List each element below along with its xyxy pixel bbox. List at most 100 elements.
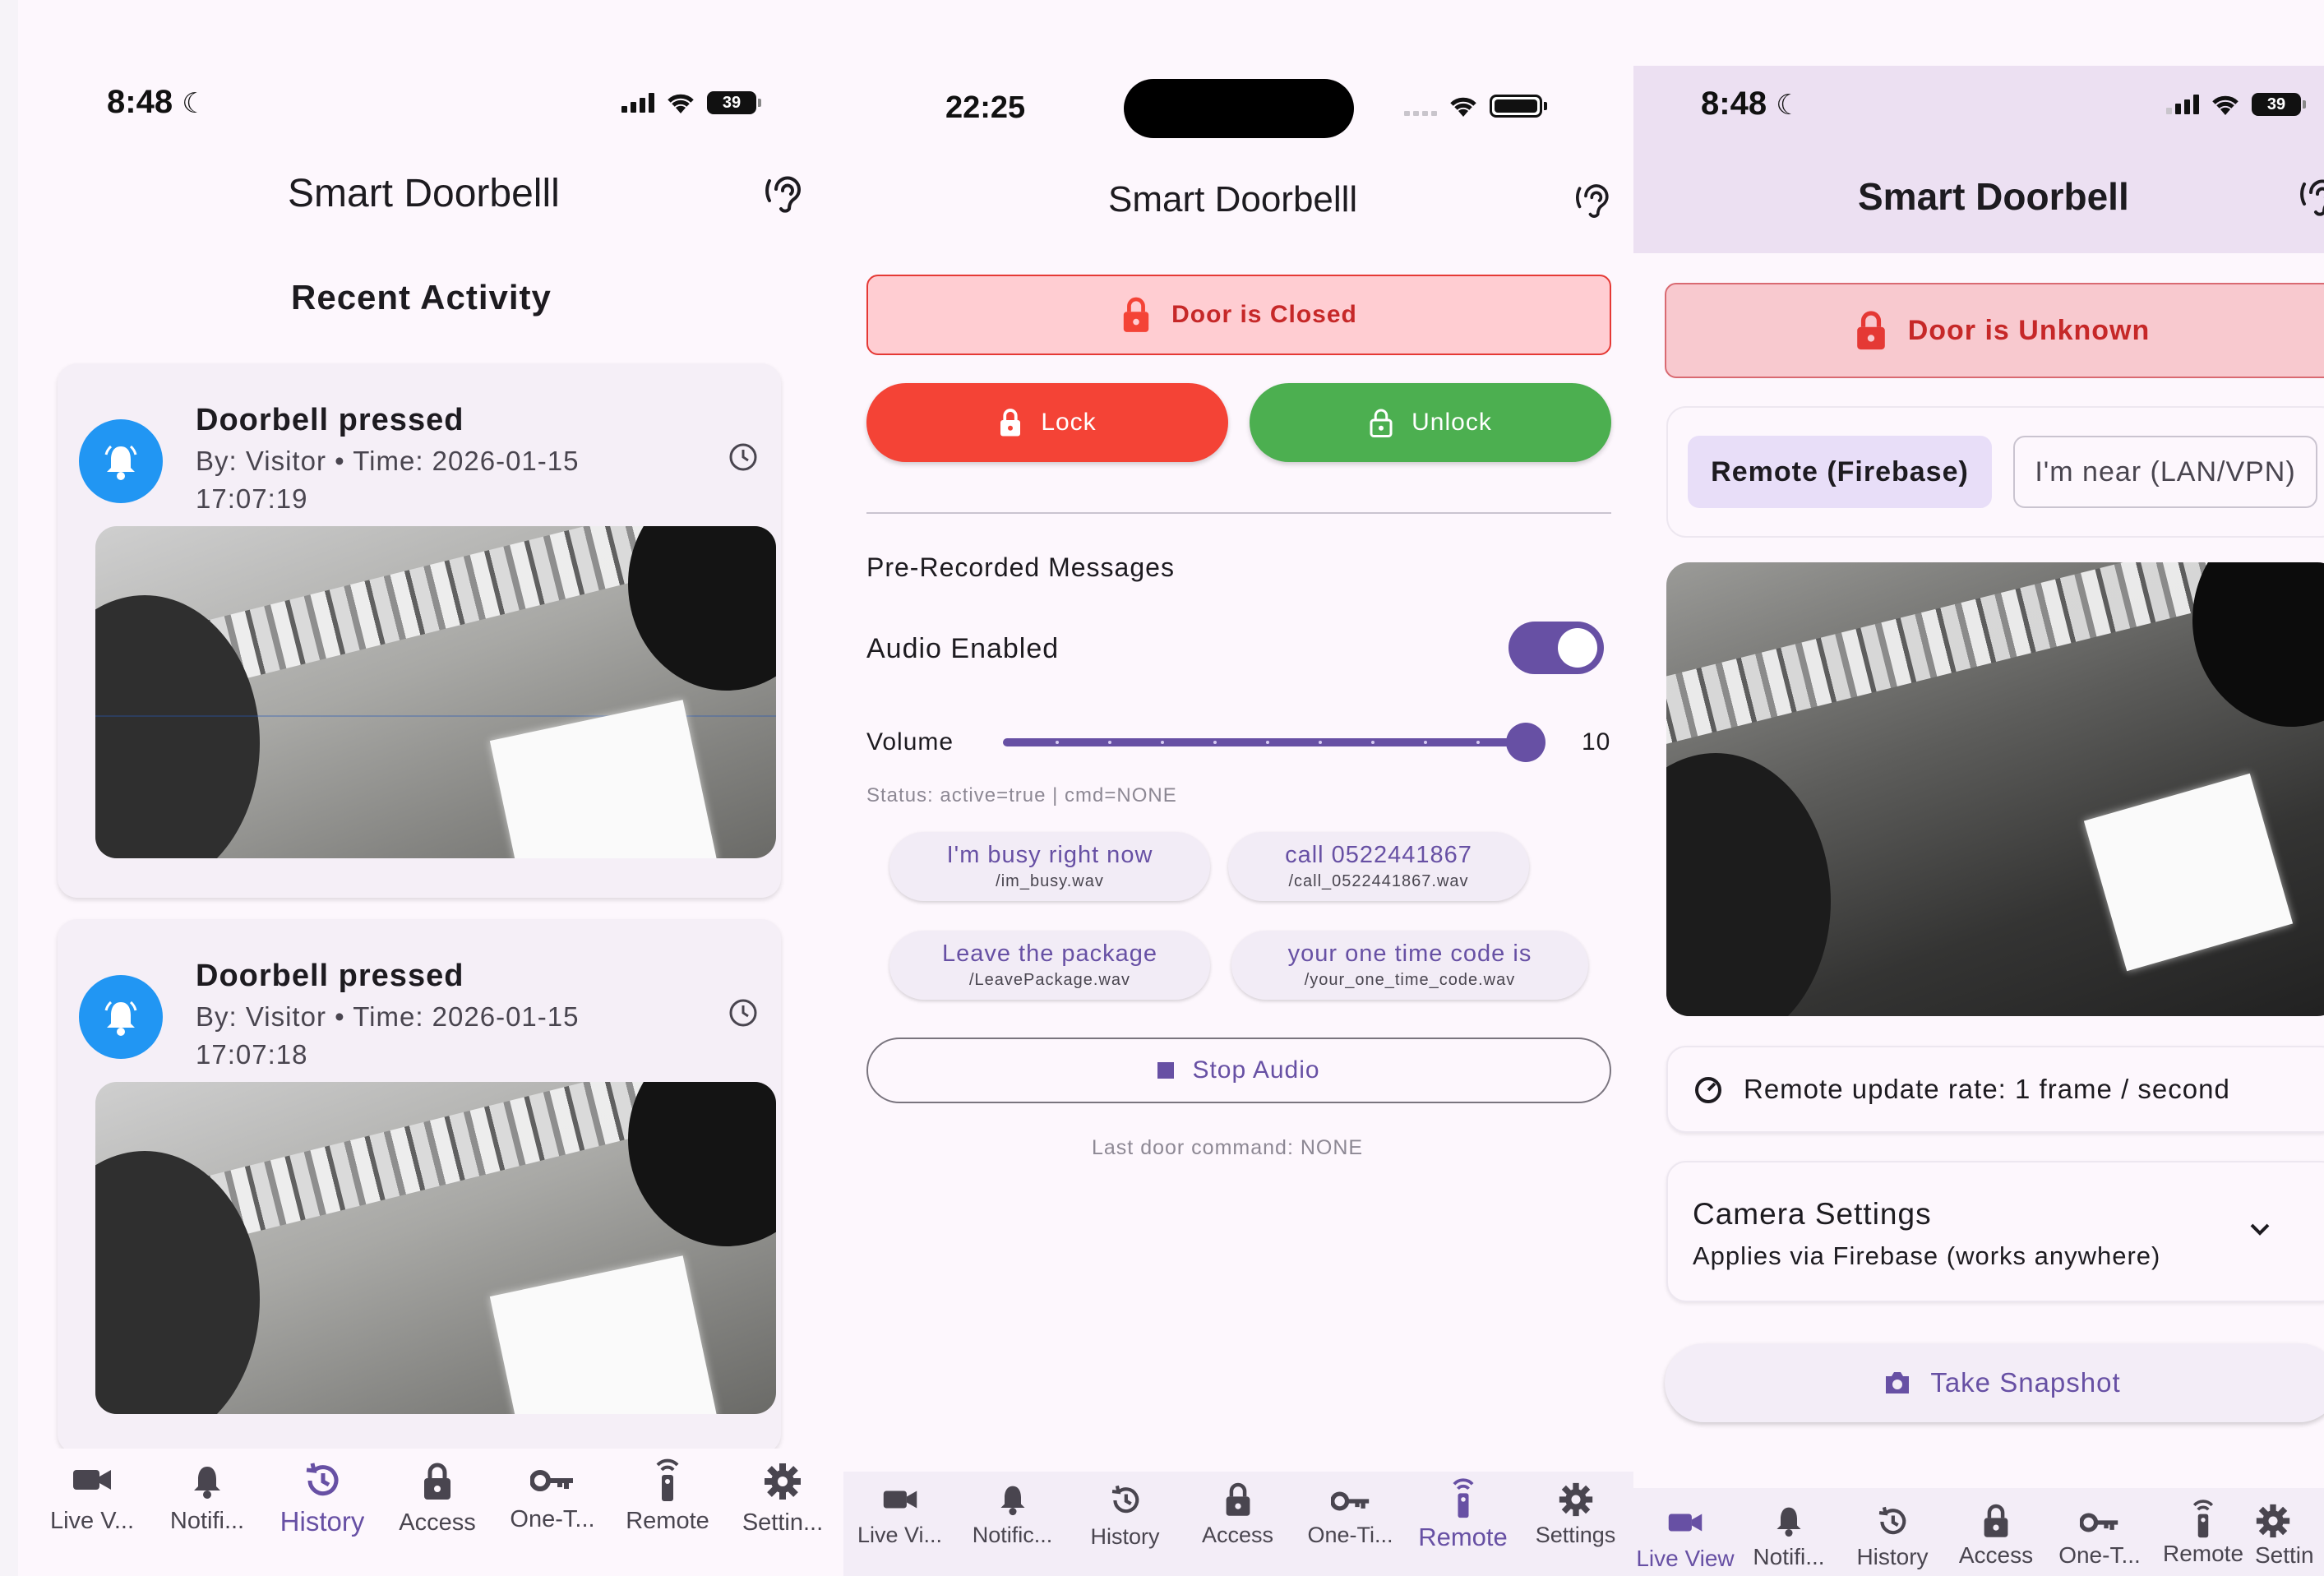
event-subtitle: By: Visitor • Time: 2026-01-15 17:07:19 xyxy=(196,446,580,514)
nav-remote[interactable]: Remote xyxy=(2151,1488,2255,1576)
hearing-icon[interactable] xyxy=(2299,176,2324,219)
live-camera-feed[interactable] xyxy=(1666,562,2324,1016)
key-icon xyxy=(530,1470,573,1491)
bell-icon xyxy=(79,419,163,503)
app-title: Smart Doorbell xyxy=(1858,175,2129,218)
wifi-icon xyxy=(668,94,694,113)
message-chip[interactable]: your one time code is /your_one_time_cod… xyxy=(1231,931,1588,1000)
nav-one-time[interactable]: One-T... xyxy=(495,1449,610,1576)
section-title: Recent Activity xyxy=(291,278,552,317)
remote-icon xyxy=(2192,1500,2214,1538)
nav-access[interactable]: Access xyxy=(1181,1472,1294,1576)
event-title: Doorbell pressed xyxy=(196,959,464,993)
hearing-icon[interactable] xyxy=(765,173,807,215)
volume-label: Volume xyxy=(866,728,954,756)
lock-open-icon xyxy=(1370,409,1393,437)
history-screen: 8:48 ☾ 39 Smart Doorbelll Recent Activit… xyxy=(18,0,843,1576)
nav-notifications[interactable]: Notific... xyxy=(956,1472,1069,1576)
activity-card[interactable]: Doorbell pressed By: Visitor • Time: 202… xyxy=(58,919,781,1454)
update-rate-card: Remote update rate: 1 frame / second xyxy=(1666,1046,2324,1133)
volume-slider[interactable] xyxy=(1003,723,1545,762)
key-icon xyxy=(1330,1491,1369,1511)
unlock-button[interactable]: Unlock xyxy=(1250,383,1611,462)
camera-settings-expander[interactable]: Camera Settings Applies via Firebase (wo… xyxy=(1666,1161,2324,1302)
audio-enabled-switch[interactable] xyxy=(1509,622,1604,674)
stop-icon xyxy=(1157,1062,1175,1079)
app-title: Smart Doorbelll xyxy=(1108,179,1358,220)
bell-icon xyxy=(79,975,163,1059)
connection-mode-card: Remote (Firebase) I'm near (LAN/VPN) xyxy=(1666,406,2324,538)
nav-notifications[interactable]: Notifi... xyxy=(1737,1488,1841,1576)
bottom-navigation: Live V... Notifi... History Access One-T… xyxy=(35,1449,843,1576)
volume-thumb[interactable] xyxy=(1506,723,1545,762)
nav-settings[interactable]: Settings xyxy=(1519,1472,1632,1576)
lock-icon xyxy=(1226,1482,1250,1516)
camera-icon xyxy=(1886,1372,1910,1393)
audio-status-text: Status: active=true | cmd=NONE xyxy=(866,784,1177,806)
message-chip[interactable]: Leave the package /LeavePackage.wav xyxy=(889,931,1210,1000)
nav-history[interactable]: History xyxy=(265,1449,380,1576)
snapshot-image[interactable] xyxy=(95,526,776,858)
nav-access[interactable]: Access xyxy=(1944,1488,2048,1576)
lock-icon xyxy=(424,1463,450,1500)
nav-access[interactable]: Access xyxy=(380,1449,495,1576)
status-time: 22:25 xyxy=(945,90,1026,125)
hearing-icon[interactable] xyxy=(1575,181,1615,220)
stop-audio-button[interactable]: Stop Audio xyxy=(866,1038,1611,1103)
gear-icon xyxy=(2256,1504,2290,1538)
clock-icon xyxy=(729,443,757,471)
videocam-icon xyxy=(1668,1514,1703,1532)
live-view-screen: 8:48 ☾ 39 Smart Doorbell Door is Unknown… xyxy=(1633,0,2324,1576)
videocam-icon xyxy=(73,1470,111,1490)
bell-icon xyxy=(194,1467,220,1499)
nav-settings[interactable]: Settin... xyxy=(725,1449,840,1576)
nav-settings[interactable]: Settin xyxy=(2255,1488,2324,1576)
lock-icon xyxy=(1856,311,1885,350)
bottom-navigation: Live View Notifi... History Access One-T… xyxy=(1633,1488,2324,1576)
battery-icon xyxy=(1490,95,1547,118)
nav-notifications[interactable]: Notifi... xyxy=(150,1449,265,1576)
lock-button[interactable]: Lock xyxy=(866,383,1228,462)
history-icon xyxy=(1111,1485,1139,1514)
bell-icon xyxy=(1000,1486,1025,1516)
message-chip[interactable]: call 0522441867 /call_0522441867.wav xyxy=(1228,832,1529,901)
dynamic-island xyxy=(1124,79,1354,138)
mode-near-button[interactable]: I'm near (LAN/VPN) xyxy=(2013,436,2317,508)
gear-icon xyxy=(1559,1482,1592,1517)
nav-live-view[interactable]: Live Vi... xyxy=(843,1472,956,1576)
nav-remote[interactable]: Remote xyxy=(610,1449,725,1576)
clock-icon xyxy=(729,999,757,1027)
status-time: 8:48 ☾ xyxy=(107,84,207,120)
take-snapshot-button[interactable]: Take Snapshot xyxy=(1665,1343,2324,1422)
volume-value: 10 xyxy=(1582,728,1611,756)
speed-icon xyxy=(1695,1077,1721,1103)
nav-live-view[interactable]: Live View xyxy=(1633,1488,1737,1576)
nav-history[interactable]: History xyxy=(1841,1488,1944,1576)
gear-icon xyxy=(765,1463,801,1500)
divider xyxy=(866,512,1611,514)
lock-icon xyxy=(1984,1504,2008,1537)
last-command-text: Last door command: NONE xyxy=(1092,1136,1364,1159)
key-icon xyxy=(2080,1513,2118,1532)
remote-icon xyxy=(1452,1478,1474,1518)
status-icons xyxy=(1404,94,1547,118)
mode-remote-button[interactable]: Remote (Firebase) xyxy=(1688,436,1992,508)
lock-icon xyxy=(1000,409,1021,437)
wifi-icon xyxy=(1450,97,1476,117)
remote-icon xyxy=(656,1458,679,1501)
message-chip[interactable]: I'm busy right now /im_busy.wav xyxy=(889,832,1210,901)
nav-live-view[interactable]: Live V... xyxy=(35,1449,150,1576)
nav-one-time[interactable]: One-Ti... xyxy=(1294,1472,1407,1576)
cellular-signal-icon xyxy=(1404,96,1437,116)
status-icons: 39 xyxy=(621,90,761,115)
nav-one-time[interactable]: One-T... xyxy=(2048,1488,2151,1576)
activity-card[interactable]: Doorbell pressed By: Visitor • Time: 202… xyxy=(58,363,781,898)
nav-history[interactable]: History xyxy=(1069,1472,1181,1576)
bottom-navigation: Live Vi... Notific... History Access One… xyxy=(843,1472,1633,1576)
nav-remote[interactable]: Remote xyxy=(1407,1472,1519,1576)
history-icon xyxy=(306,1463,339,1496)
cellular-signal-icon xyxy=(621,93,654,113)
battery-icon: 39 xyxy=(707,91,761,114)
audio-enabled-label: Audio Enabled xyxy=(866,633,1060,664)
snapshot-image[interactable] xyxy=(95,1082,776,1414)
